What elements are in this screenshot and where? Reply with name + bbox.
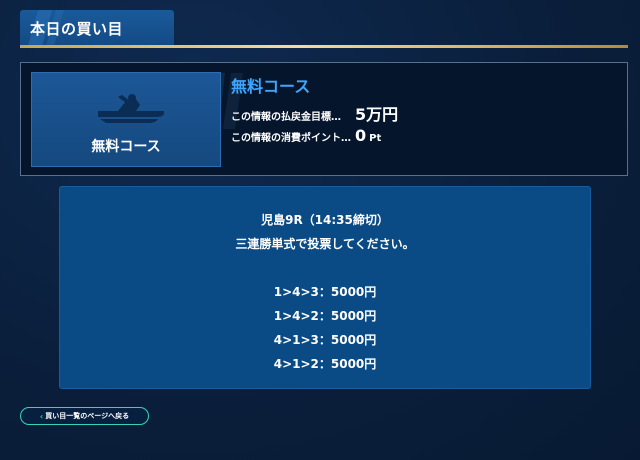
course-title: 無料コース <box>231 77 311 96</box>
points-cost-value: 0 <box>355 126 367 145</box>
points-cost-label: この情報の消費ポイント… <box>231 133 351 144</box>
bet-combo: 4>1>3：5000円 <box>273 333 377 347</box>
bet-instruction: 三連勝単式で投票してください。 <box>235 237 415 251</box>
points-cost-row: この情報の消費ポイント… 0 Pt <box>231 126 381 145</box>
back-to-list-button[interactable]: ‹ 買い目一覧のページへ戻る <box>20 407 149 425</box>
payout-target-value: 5万円 <box>355 105 399 124</box>
back-button-label: 買い目一覧のページへ戻る <box>45 412 130 420</box>
bet-combo: 1>4>3：5000円 <box>273 285 377 299</box>
course-card: 無料コース 無料コース この情報の払戻金目標… 5万円 この情報の消費ポイント…… <box>20 62 628 176</box>
page-title: 本日の買い目 <box>30 19 124 38</box>
boat-icon <box>98 94 164 123</box>
thumbnail-label: 無料コース <box>91 139 161 155</box>
page: 本日の買い目 無料コース 無料コース この情報の払戻金目標… 5万円 この情報の… <box>0 0 640 460</box>
points-unit: Pt <box>369 133 382 144</box>
race-info: 児島9R（14:35締切） <box>261 213 389 227</box>
chevron-left-icon: ‹ <box>39 411 44 421</box>
payout-target-label: この情報の払戻金目標… <box>231 112 341 123</box>
payout-target-row: この情報の払戻金目標… 5万円 <box>231 101 398 125</box>
bet-combo: 4>1>2：5000円 <box>273 357 377 371</box>
section-tab: 本日の買い目 <box>20 10 174 46</box>
bet-info-box: 児島9R（14:35締切） 三連勝単式で投票してください。 1>4>3：5000… <box>59 186 591 389</box>
bet-combo: 1>4>2：5000円 <box>273 309 377 323</box>
course-thumbnail: 無料コース <box>31 72 221 167</box>
header-divider <box>20 45 628 48</box>
